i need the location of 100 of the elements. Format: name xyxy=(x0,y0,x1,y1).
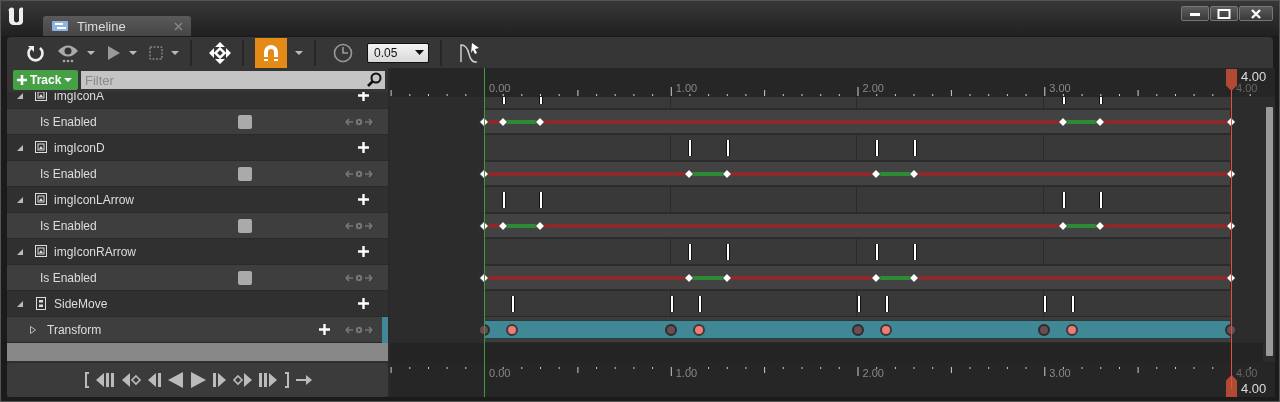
caret-icon xyxy=(415,50,424,55)
snap-button[interactable] xyxy=(255,37,287,68)
scrollbar-thumb[interactable] xyxy=(1265,107,1273,356)
keyframe-icon[interactable] xyxy=(871,273,882,283)
keyframe-icon[interactable] xyxy=(1095,221,1106,231)
expanded-arrow-icon[interactable] xyxy=(16,195,24,204)
timeline-tab[interactable]: Timeline xyxy=(43,16,191,36)
keyframe-icon[interactable] xyxy=(721,169,732,179)
checkbox[interactable] xyxy=(238,218,252,233)
previous-key-icon[interactable] xyxy=(345,221,353,230)
next-key-icon[interactable] xyxy=(365,169,373,178)
keyframe-icon[interactable] xyxy=(1057,117,1068,127)
property-row[interactable]: Is Enabled xyxy=(7,265,388,291)
keyframe-icon[interactable] xyxy=(1226,221,1236,231)
move-arrows-icon[interactable] xyxy=(209,41,231,64)
property-row[interactable]: Is Enabled xyxy=(7,213,388,239)
previous-key-icon[interactable] xyxy=(345,169,353,178)
plus-icon[interactable] xyxy=(358,246,369,257)
keyframe-icon[interactable] xyxy=(1226,169,1236,179)
keyframe-icon[interactable] xyxy=(684,273,695,283)
previous-key-icon[interactable] xyxy=(345,273,353,282)
plus-icon[interactable] xyxy=(358,142,369,153)
keyframe-icon[interactable] xyxy=(479,221,489,231)
property-name: Is Enabled xyxy=(40,166,98,181)
keyframe-icon[interactable] xyxy=(721,273,732,283)
keyframe-icon[interactable] xyxy=(497,221,508,231)
in-point-icon[interactable] xyxy=(83,372,90,388)
previous-key-icon[interactable] xyxy=(345,117,353,126)
playhead-handle[interactable] xyxy=(1226,69,1237,91)
reverse-play-icon[interactable] xyxy=(167,372,184,388)
next-key-icon[interactable] xyxy=(231,372,252,388)
magnet-icon xyxy=(262,43,280,62)
expanded-arrow-icon[interactable] xyxy=(16,143,24,152)
snap-value-dropdown[interactable]: 0.05 xyxy=(367,42,429,63)
maximize-button[interactable] xyxy=(1210,6,1238,21)
caret-icon[interactable] xyxy=(171,50,179,55)
next-key-icon[interactable] xyxy=(365,117,373,126)
keyframe-icon[interactable] xyxy=(1057,221,1068,231)
add-key-icon[interactable] xyxy=(355,273,363,282)
search-icon[interactable] xyxy=(366,72,382,88)
checkbox[interactable] xyxy=(238,166,252,181)
add-key-icon[interactable] xyxy=(355,117,363,126)
collapsed-arrow-icon[interactable] xyxy=(29,325,37,334)
previous-key-icon[interactable] xyxy=(121,372,142,388)
expanded-arrow-icon[interactable] xyxy=(16,299,24,308)
expanded-arrow-icon[interactable] xyxy=(16,247,24,256)
playhead-time: 4.00 xyxy=(1241,381,1267,396)
keyframe-icon[interactable] xyxy=(535,117,545,127)
keyframe-icon[interactable] xyxy=(535,221,545,231)
step-back-icon[interactable] xyxy=(147,372,162,388)
caret-icon[interactable] xyxy=(129,50,137,55)
curve-icon[interactable] xyxy=(459,41,481,64)
keyframe-icon[interactable] xyxy=(871,169,882,179)
clock-icon[interactable] xyxy=(333,42,353,63)
plus-icon[interactable] xyxy=(358,92,369,101)
keyframe-icon[interactable] xyxy=(479,273,489,283)
caret-icon[interactable] xyxy=(295,50,303,55)
track-name: imgIconD xyxy=(54,140,105,155)
minimize-button[interactable] xyxy=(1181,6,1209,21)
filter-field[interactable]: Filter xyxy=(81,71,385,89)
skip-to-start-icon[interactable] xyxy=(95,372,116,388)
plus-icon[interactable] xyxy=(358,298,369,309)
add-key-icon[interactable] xyxy=(355,325,363,334)
plus-icon[interactable] xyxy=(319,324,330,335)
keyframe-icon[interactable] xyxy=(1226,273,1236,283)
property-row[interactable]: Transform xyxy=(7,317,388,343)
play-icon[interactable] xyxy=(107,44,121,61)
caret-icon[interactable] xyxy=(87,50,95,55)
previous-key-icon[interactable] xyxy=(345,325,353,334)
next-key-icon[interactable] xyxy=(365,325,373,334)
out-point-icon[interactable] xyxy=(283,372,290,388)
arrow-right-icon[interactable] xyxy=(295,372,312,388)
keyframe-icon[interactable] xyxy=(479,117,489,127)
next-key-icon[interactable] xyxy=(365,273,373,282)
property-row[interactable]: Is Enabled xyxy=(7,109,388,135)
add-key-icon[interactable] xyxy=(355,221,363,230)
maximize-icon xyxy=(1217,7,1231,20)
close-icon[interactable] xyxy=(174,21,183,31)
keyframe-icon[interactable] xyxy=(1095,117,1106,127)
checkbox[interactable] xyxy=(238,270,252,285)
skip-to-end-icon[interactable] xyxy=(257,372,278,388)
keyframe-icon[interactable] xyxy=(497,117,508,127)
playhead-handle[interactable] xyxy=(1226,375,1237,397)
playhead-time: 4.00 xyxy=(1241,69,1267,84)
keyframe-icon[interactable] xyxy=(908,169,919,179)
expanded-arrow-icon[interactable] xyxy=(16,92,24,100)
keyframe-icon[interactable] xyxy=(1226,117,1236,127)
close-button[interactable] xyxy=(1239,6,1273,21)
checkbox[interactable] xyxy=(238,114,252,129)
add-key-icon[interactable] xyxy=(355,169,363,178)
keyframe-icon[interactable] xyxy=(479,169,489,179)
keyframe-icon[interactable] xyxy=(684,169,695,179)
next-key-icon[interactable] xyxy=(365,221,373,230)
keyframe-icon[interactable] xyxy=(908,273,919,283)
step-forward-icon[interactable] xyxy=(211,372,226,388)
play-icon[interactable] xyxy=(189,372,206,388)
selection-box-icon[interactable] xyxy=(149,45,163,60)
plus-icon[interactable] xyxy=(358,194,369,205)
key-tick xyxy=(912,140,917,156)
property-row[interactable]: Is Enabled xyxy=(7,161,388,187)
